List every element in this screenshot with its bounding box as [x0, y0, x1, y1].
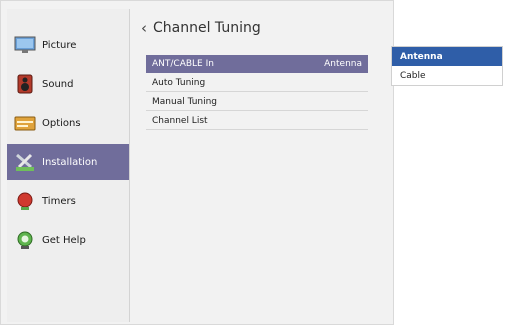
sidebar: Picture Sound Options Installation Timer… — [7, 9, 130, 322]
sidebar-item-label: Timers — [42, 195, 76, 207]
sidebar-item-sound[interactable]: Sound — [7, 66, 129, 102]
sidebar-item-label: Picture — [42, 39, 77, 51]
tv-menu-frame: Picture Sound Options Installation Timer… — [0, 0, 394, 325]
menu-item-auto-tuning[interactable]: Auto Tuning — [146, 74, 368, 92]
sidebar-item-picture[interactable]: Picture — [7, 27, 129, 63]
timer-icon — [14, 191, 36, 211]
menu-item-ant-cable-in[interactable]: ANT/CABLE In Antenna — [146, 55, 368, 73]
back-chevron-icon[interactable]: ‹ — [141, 19, 147, 37]
menu-item-channel-list[interactable]: Channel List — [146, 112, 368, 130]
options-icon — [14, 113, 36, 133]
dropdown-option-cable[interactable]: Cable — [392, 66, 502, 85]
sidebar-item-installation[interactable]: Installation — [7, 144, 129, 180]
sidebar-item-options[interactable]: Options — [7, 105, 129, 141]
sidebar-item-get-help[interactable]: Get Help — [7, 222, 129, 258]
ant-cable-dropdown: Antenna Cable — [391, 46, 503, 86]
sidebar-item-label: Get Help — [42, 234, 86, 246]
sidebar-item-label: Options — [42, 117, 81, 129]
menu-item-value: Antenna — [324, 59, 362, 69]
main-panel: ‹ Channel Tuning ANT/CABLE In Antenna Au… — [131, 9, 385, 322]
tools-icon — [14, 152, 36, 172]
sidebar-item-timers[interactable]: Timers — [7, 183, 129, 219]
help-icon — [14, 230, 36, 250]
speaker-icon — [14, 74, 36, 94]
dropdown-option-antenna[interactable]: Antenna — [392, 47, 502, 66]
sidebar-item-label: Installation — [42, 156, 98, 168]
menu-item-manual-tuning[interactable]: Manual Tuning — [146, 93, 368, 111]
sidebar-item-label: Sound — [42, 78, 74, 90]
page-title: ‹ Channel Tuning — [141, 19, 261, 37]
picture-icon — [14, 35, 36, 55]
